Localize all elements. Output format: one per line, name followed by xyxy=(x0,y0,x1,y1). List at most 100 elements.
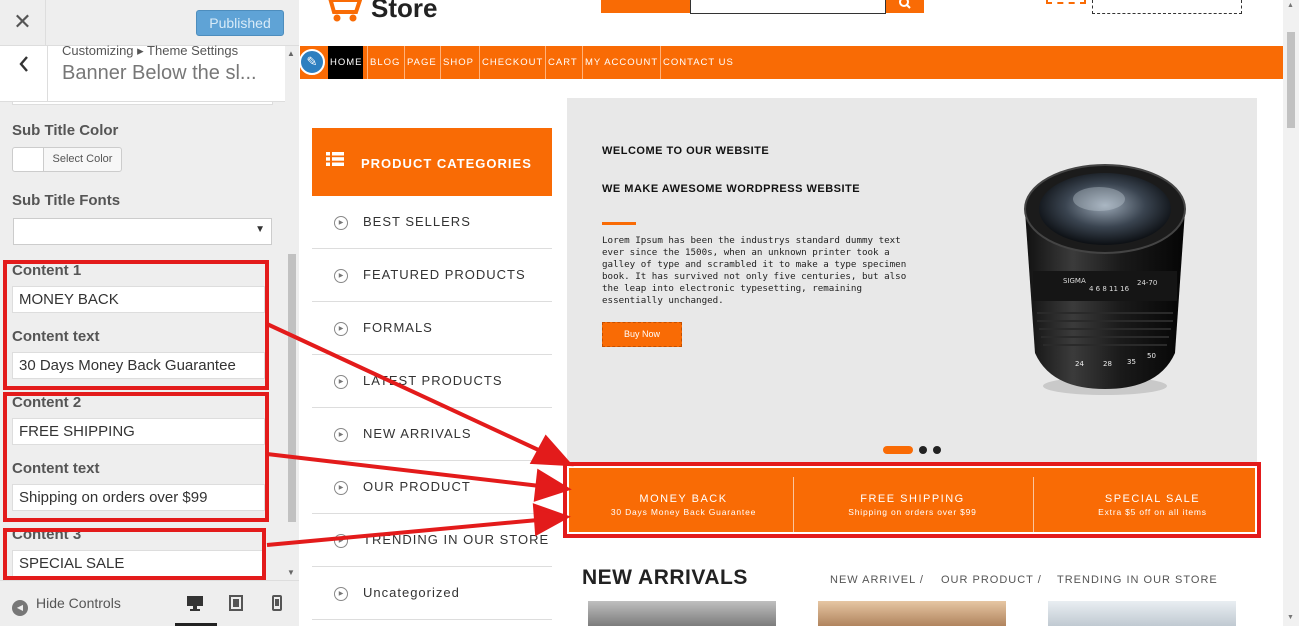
breadcrumb: Customizing ▸ Theme Settings xyxy=(62,43,239,58)
account-area[interactable] xyxy=(1092,0,1242,14)
product-categories-title: PRODUCT CATEGORIES xyxy=(361,156,532,171)
service-free-shipping: FREE SHIPPING Shipping on orders over $9… xyxy=(798,468,1027,532)
list-icon xyxy=(326,152,344,166)
mobile-icon[interactable] xyxy=(272,595,282,615)
camera-lens-image: SIGMA 4 6 8 11 16 24-70 24 28 35 50 xyxy=(1024,164,1186,395)
slider-dot-active[interactable] xyxy=(883,446,913,454)
slider-dot[interactable] xyxy=(919,446,927,454)
play-circle-icon: ▶ xyxy=(334,322,348,336)
cart-logo-icon xyxy=(324,0,362,22)
scroll-up-icon[interactable]: ▲ xyxy=(1287,2,1294,9)
annotation-box-content3 xyxy=(3,528,266,580)
service-money-back: MONEY BACK 30 Days Money Back Guarantee xyxy=(569,468,798,532)
svg-text:24: 24 xyxy=(1075,360,1084,368)
nav-item-my-account[interactable]: MY ACCOUNT xyxy=(582,46,660,79)
category-item[interactable]: ▶ TRENDING IN OUR STORE xyxy=(312,514,552,567)
product-search-input[interactable] xyxy=(690,0,886,14)
category-item[interactable]: ▶ LATEST PRODUCTS xyxy=(312,355,552,408)
slider-dot[interactable] xyxy=(933,446,941,454)
services-bar: MONEY BACK 30 Days Money Back Guarantee … xyxy=(569,468,1255,532)
tab-new-arrivel[interactable]: NEW ARRIVEL / xyxy=(830,574,924,586)
main-navigation: ✎ HOME BLOG PAGE SHOP CHECKOUT CART MY A… xyxy=(300,46,1283,79)
category-label: OUR PRODUCT xyxy=(363,479,471,494)
nav-item-contact-us[interactable]: CONTACT US xyxy=(660,46,736,79)
published-button[interactable]: Published xyxy=(196,10,284,36)
preview-scrollbar[interactable]: ▲ ▼ xyxy=(1283,0,1299,626)
previous-field-input[interactable] xyxy=(12,102,273,105)
annotation-box-content1 xyxy=(3,260,269,390)
category-item[interactable]: ▶ FEATURED PRODUCTS xyxy=(312,249,552,302)
new-arrivals-title: NEW ARRIVALS xyxy=(582,566,748,589)
controls-panel: Sub Title Color Select Color Sub Title F… xyxy=(0,102,285,580)
annotation-box-content2 xyxy=(3,392,269,522)
category-item[interactable]: ▶ Uncategorized xyxy=(312,567,552,620)
category-item[interactable]: ▶ OUR PRODUCT xyxy=(312,461,552,514)
scrollbar-thumb[interactable] xyxy=(288,254,296,522)
scroll-up-icon[interactable]: ▲ xyxy=(287,49,295,58)
scroll-down-icon[interactable]: ▼ xyxy=(287,568,295,577)
nav-item-checkout[interactable]: CHECKOUT xyxy=(479,46,545,79)
customizer-sidebar: ✕ Published Customizing ▸ Theme Settings… xyxy=(0,0,299,626)
service-title: MONEY BACK xyxy=(639,493,728,505)
category-item[interactable]: ▶ BEST SELLERS xyxy=(312,196,552,249)
customizer-header: ✕ Published xyxy=(0,0,299,46)
play-circle-icon: ▶ xyxy=(334,428,348,442)
search-icon[interactable] xyxy=(886,0,924,13)
tab-our-product[interactable]: OUR PRODUCT / xyxy=(941,574,1042,586)
preview-scrollbar-thumb[interactable] xyxy=(1287,32,1295,128)
category-label: FEATURED PRODUCTS xyxy=(363,267,526,282)
close-customizer-button[interactable]: ✕ xyxy=(0,0,46,46)
svg-text:4 6 8 11 16: 4 6 8 11 16 xyxy=(1089,285,1130,293)
pencil-icon[interactable]: ✎ xyxy=(300,49,325,75)
select-color-button[interactable]: Select Color xyxy=(43,147,122,172)
category-dropdown[interactable] xyxy=(601,0,690,13)
tab-trending[interactable]: TRENDING IN OUR STORE xyxy=(1057,574,1218,586)
play-circle-icon: ▶ xyxy=(334,375,348,389)
svg-text:35: 35 xyxy=(1127,358,1136,366)
sidebar-scrollbar[interactable]: ▲ ▼ xyxy=(285,46,299,580)
chevron-left-icon xyxy=(18,56,28,72)
back-button[interactable] xyxy=(0,46,48,102)
service-title: FREE SHIPPING xyxy=(860,493,965,505)
nav-item-page[interactable]: PAGE xyxy=(404,46,439,79)
section-title: Banner Below the sl... xyxy=(62,62,257,84)
banner-below-slider-strip: MONEY BACK 30 Days Money Back Guarantee … xyxy=(563,462,1261,538)
service-subtitle: Shipping on orders over $99 xyxy=(848,507,977,517)
product-thumbnail[interactable] xyxy=(818,601,1006,626)
customizer-footer: ◀ Hide Controls xyxy=(0,580,299,626)
subtitle-fonts-select[interactable]: ▼ xyxy=(13,218,272,245)
buy-now-button[interactable]: Buy Now xyxy=(602,322,682,347)
nav-item-cart[interactable]: CART xyxy=(545,46,580,79)
section-header: Customizing ▸ Theme Settings Banner Belo… xyxy=(0,43,285,102)
nav-item-home[interactable]: HOME xyxy=(328,46,363,79)
tablet-icon[interactable] xyxy=(229,595,243,615)
product-thumbnail[interactable] xyxy=(588,601,776,626)
svg-text:50: 50 xyxy=(1147,352,1156,360)
divider xyxy=(1033,477,1034,532)
category-item[interactable]: ▶ NEW ARRIVALS xyxy=(312,408,552,461)
hide-controls-label: Hide Controls xyxy=(36,595,121,611)
category-label: NEW ARRIVALS xyxy=(363,426,472,441)
svg-text:28: 28 xyxy=(1103,360,1112,368)
category-item[interactable]: ▶ FORMALS xyxy=(312,302,552,355)
scroll-down-icon[interactable]: ▼ xyxy=(1287,614,1294,621)
site-logo[interactable]: Store xyxy=(371,0,437,24)
banner-divider xyxy=(602,222,636,225)
play-circle-icon: ▶ xyxy=(334,481,348,495)
banner-body-text: Lorem Ipsum has been the industrys stand… xyxy=(602,235,907,306)
dropdown-arrow-icon: ▼ xyxy=(255,224,265,235)
color-swatch[interactable] xyxy=(12,147,44,172)
product-thumbnail[interactable] xyxy=(1048,601,1236,626)
service-subtitle: Extra $5 off on all items xyxy=(1098,507,1207,517)
play-circle-icon: ▶ xyxy=(334,269,348,283)
play-circle-icon: ▶ xyxy=(334,587,348,601)
desktop-icon[interactable] xyxy=(186,595,204,615)
service-special-sale: SPECIAL SALE Extra $5 off on all items xyxy=(1038,468,1267,532)
hide-controls-button[interactable]: ◀ Hide Controls xyxy=(12,595,121,616)
category-label: FORMALS xyxy=(363,320,433,335)
nav-item-blog[interactable]: BLOG xyxy=(367,46,402,79)
nav-item-shop[interactable]: SHOP xyxy=(440,46,476,79)
banner-title: WE MAKE AWESOME WORDPRESS WEBSITE xyxy=(602,183,861,195)
cart-button[interactable] xyxy=(1046,0,1086,4)
subtitle-fonts-label: Sub Title Fonts xyxy=(12,192,121,209)
